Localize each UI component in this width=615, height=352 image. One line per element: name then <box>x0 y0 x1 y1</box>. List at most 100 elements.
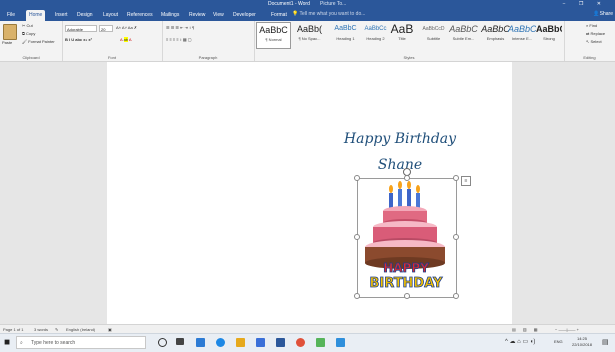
find-button[interactable]: ⌕ Find <box>586 23 597 28</box>
style-no-spacing[interactable]: AaBb( ¶ No Spac... <box>292 22 327 49</box>
tab-view[interactable]: View <box>210 10 227 21</box>
replace-label: Replace <box>590 31 606 36</box>
tab-format[interactable]: Format <box>268 10 290 21</box>
candle <box>389 193 393 209</box>
candle <box>398 189 402 209</box>
editing-group-label: Editing <box>583 55 596 60</box>
tell-me-box[interactable]: 💡 Tell me what you want to do... <box>292 10 365 19</box>
layout-options-icon[interactable]: ≡ <box>461 176 471 186</box>
styles-group-label: Styles <box>403 55 415 60</box>
flame <box>389 185 393 193</box>
tab-developer[interactable]: Developer <box>230 10 259 21</box>
style-strong[interactable]: AaBbC Strong <box>536 22 562 49</box>
greeting-line-2: Shane <box>377 157 423 173</box>
cake-banner-line-1: HAPPY <box>383 261 429 275</box>
style-preview: AaBbC <box>508 24 536 34</box>
context-tab-title: Picture To... <box>320 1 347 7</box>
tab-mailings[interactable]: Mailings <box>158 10 182 21</box>
tab-review[interactable]: Review <box>186 10 208 21</box>
replace-button[interactable]: ⇄ Replace <box>586 31 605 36</box>
clock-date: 22/10/2018 <box>571 342 593 347</box>
font-group: Adorable 20 A˄ A˅ Aa ✗ B I U abc x₂ x² A… <box>62 21 163 61</box>
paste-icon[interactable] <box>3 24 17 40</box>
window-title: Document1 - Word <box>268 1 310 7</box>
greeting-text[interactable]: Happy Birthday Shane <box>300 126 500 178</box>
replace-icon: ⇄ <box>586 31 590 36</box>
word-icon[interactable] <box>276 338 285 347</box>
tab-references[interactable]: References <box>124 10 156 21</box>
search-icon: ⌕ <box>586 23 589 28</box>
style-name: Intense E... <box>511 36 533 41</box>
select-label: Select <box>590 39 602 44</box>
style-normal[interactable]: AaBbC ¶ Normal <box>256 22 291 49</box>
app-icon-2[interactable] <box>336 338 345 347</box>
share-button[interactable]: 👤Share <box>593 10 613 19</box>
list-buttons[interactable]: ☰ ☰ ☰ ⇤ ⇥ ↕ ¶ <box>166 25 194 30</box>
copy-label: Copy <box>25 31 36 36</box>
style-name: ¶ No Spac... <box>298 36 321 41</box>
greeting-line-1: Happy Birthday <box>343 131 457 147</box>
style-preview: AaBbC <box>536 24 562 34</box>
app-icon[interactable] <box>316 338 325 347</box>
flame <box>398 181 402 189</box>
style-preview: AaBb( <box>296 24 322 34</box>
ie-icon[interactable] <box>216 338 225 347</box>
cortana-icon[interactable] <box>158 338 167 347</box>
edge-icon[interactable] <box>196 338 205 347</box>
share-label: Share <box>599 11 613 17</box>
notifications-icon[interactable]: ▤ <box>602 338 609 346</box>
style-title[interactable]: AaB Title <box>388 22 416 49</box>
clock[interactable]: 14:25 22/10/2018 <box>570 336 594 348</box>
candle <box>416 193 420 209</box>
tab-design[interactable]: Design <box>74 10 96 21</box>
styles-group: AaBbC ¶ Normal AaBb(¶ No Spac... AaBbC Hea… <box>254 21 565 61</box>
window-controls[interactable]: − ❐ ✕ <box>563 0 607 8</box>
style-name: Subtle Em... <box>452 36 475 41</box>
style-name: Strong <box>543 36 555 41</box>
font-format-buttons[interactable]: B I U abc x₂ x² <box>65 37 92 42</box>
brush-icon: 🖌 <box>22 39 28 44</box>
windows-taskbar: ■ ⌕ Type here to search ^ ☁ ⌂ ▭ ◖) ENG 1… <box>0 333 615 352</box>
cut-label: Cut <box>26 23 33 28</box>
title-bar: Document1 - Word Picture To... − ❐ ✕ <box>0 0 615 8</box>
cake-banner-line-2: BIRTHDAY <box>370 276 444 291</box>
tab-home[interactable]: Home <box>26 10 46 21</box>
tray-icons[interactable]: ^ ☁ ⌂ ▭ ◖) <box>505 338 535 345</box>
chrome-icon[interactable] <box>296 338 305 347</box>
alignment-buttons[interactable]: ≡ ≡ ≡ ≡ ↕ ▦ ▢ <box>166 37 192 42</box>
search-icon: ⌕ <box>20 340 23 346</box>
paragraph-group: ☰ ☰ ☰ ⇤ ⇥ ↕ ¶ ≡ ≡ ≡ ≡ ↕ ▦ ▢ Paragraph <box>162 21 255 61</box>
tab-insert[interactable]: Insert <box>52 10 71 21</box>
font-size-select[interactable]: 20 <box>99 25 113 32</box>
candle <box>407 189 411 209</box>
style-preview: AaBbC <box>259 25 288 35</box>
editing-group: ⌕ Find ⇄ Replace ↖ Select Editing <box>564 21 615 61</box>
format-painter-button[interactable]: 🖌 Format Painter <box>22 39 55 44</box>
cut-button[interactable]: ✂ Cut <box>22 23 33 28</box>
style-name: ¶ Normal <box>265 37 282 42</box>
scissors-icon: ✂ <box>22 23 26 28</box>
clock-time: 14:25 <box>576 336 587 341</box>
font-name-select[interactable]: Adorable <box>65 25 97 32</box>
file-explorer-icon[interactable] <box>236 338 245 347</box>
cursor-icon: ↖ <box>586 39 590 44</box>
windows-start-icon[interactable]: ■ <box>4 337 10 348</box>
copy-button[interactable]: ⧉ Copy <box>22 31 35 36</box>
font-group-label: Font <box>107 55 116 60</box>
paste-button[interactable]: Paste <box>2 40 12 45</box>
style-subtle-emphasis[interactable]: AaBbC Subtle Em... <box>446 22 481 49</box>
tab-layout[interactable]: Layout <box>100 10 121 21</box>
input-language[interactable]: ENG <box>554 339 563 344</box>
select-button[interactable]: ↖ Select <box>586 39 602 44</box>
clipboard-group: Paste ✂ Cut ⧉ Copy 🖌 Format Painter Clip… <box>0 21 63 61</box>
font-color-buttons[interactable]: A ab A <box>120 37 132 42</box>
taskbar-search-input[interactable]: ⌕ Type here to search <box>16 336 146 349</box>
task-view-icon[interactable] <box>176 338 184 345</box>
ribbon-tab-bar: File Home Insert Design Layout Reference… <box>0 8 615 21</box>
font-size-buttons[interactable]: A˄ A˅ Aa ✗ <box>116 25 137 30</box>
store-icon[interactable] <box>256 338 265 347</box>
style-intense-emphasis[interactable]: AaBbC Intense E... <box>508 22 536 49</box>
tab-file[interactable]: File <box>4 10 18 21</box>
lightbulb-icon: 💡 <box>292 11 299 17</box>
style-name: Title <box>398 36 406 41</box>
